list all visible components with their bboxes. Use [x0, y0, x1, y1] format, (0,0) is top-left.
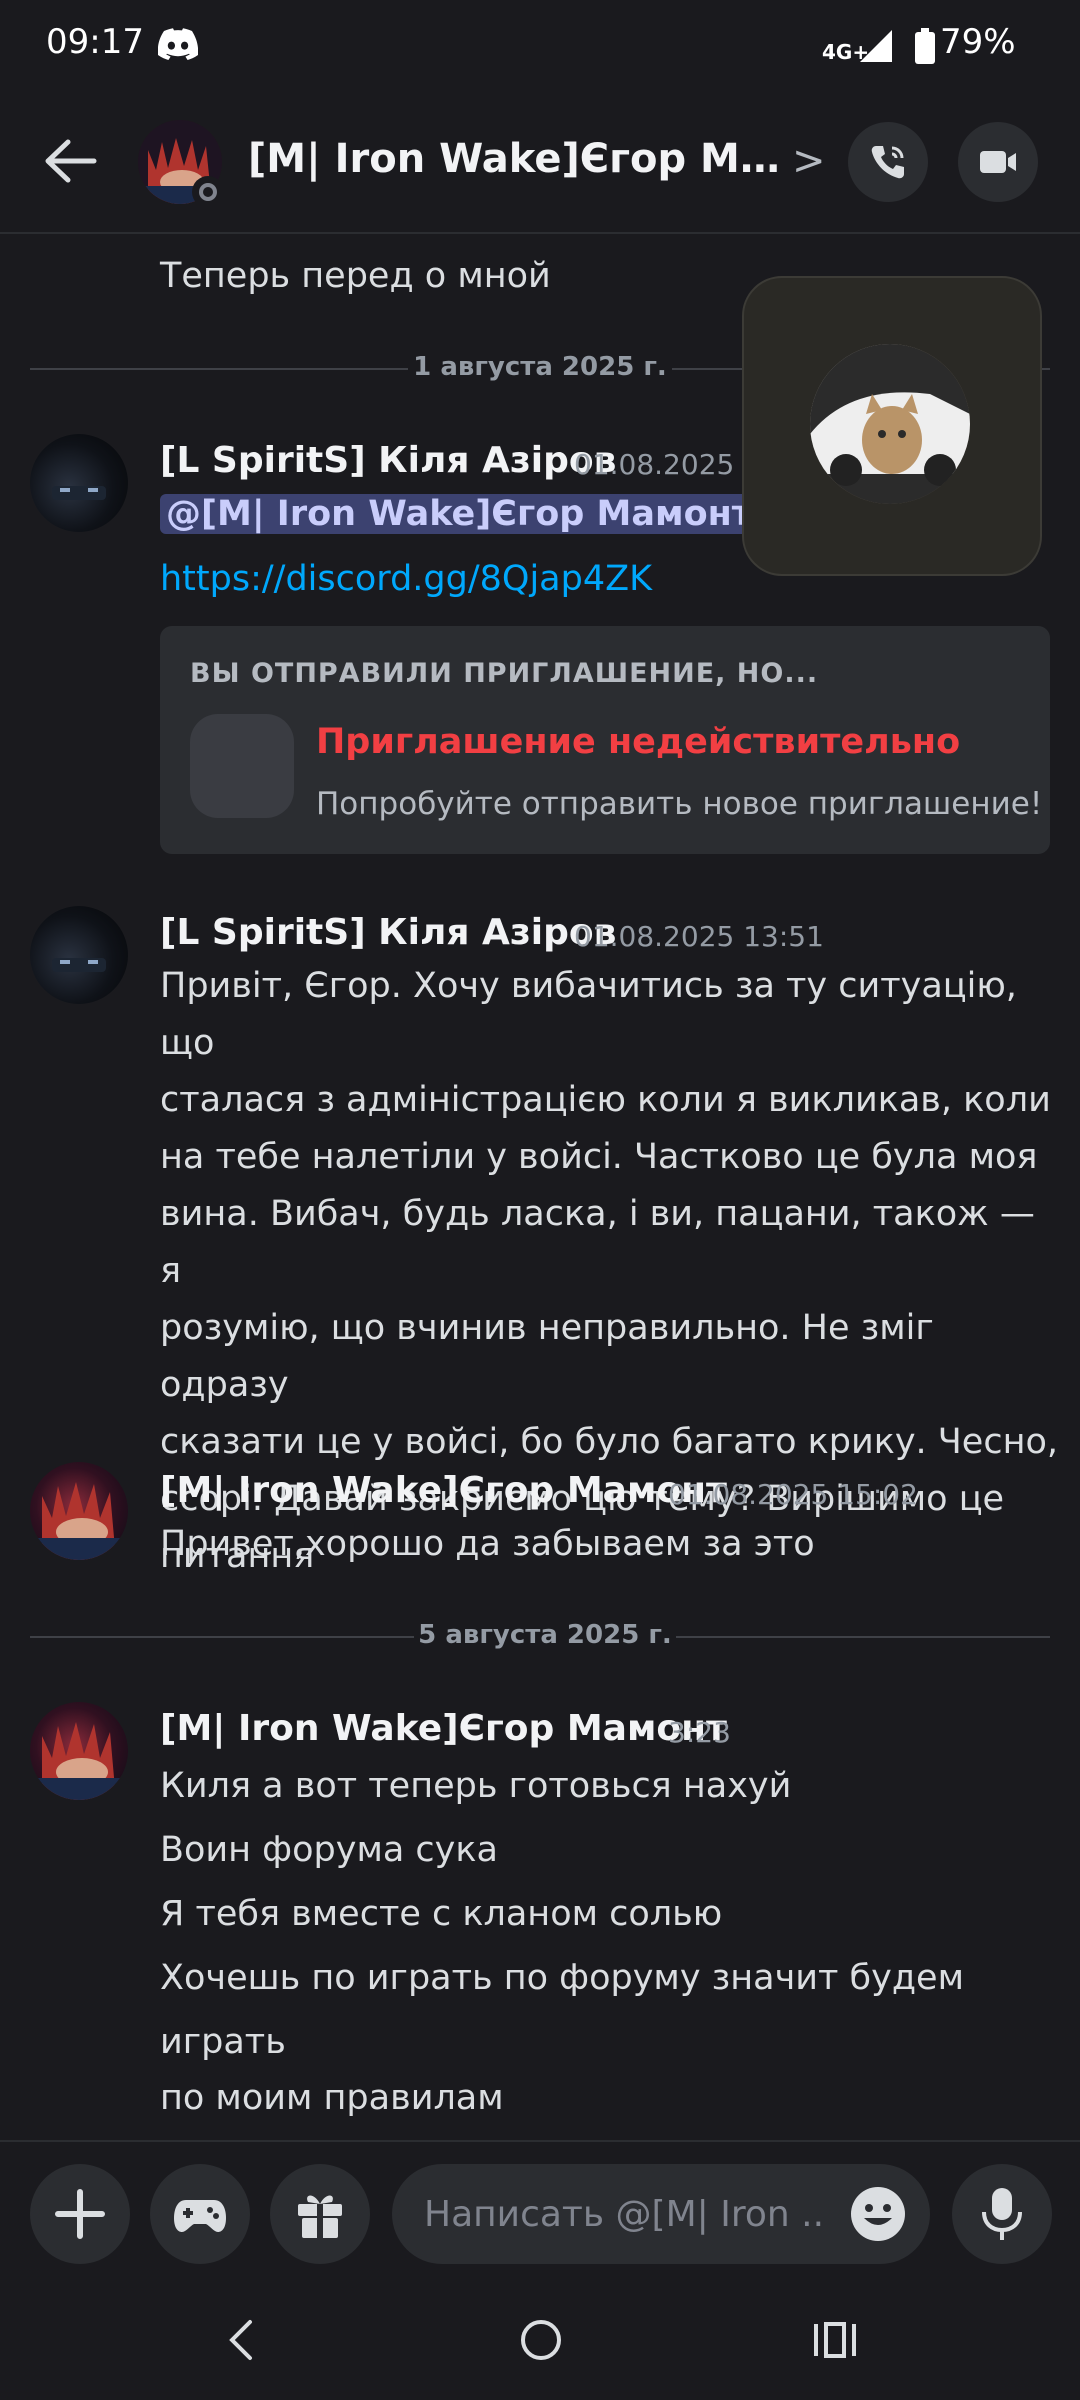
arrow-left-icon[interactable]	[40, 136, 100, 186]
date-divider-line	[30, 1636, 414, 1638]
activities-button[interactable]	[150, 2164, 250, 2264]
date-divider-line	[30, 368, 408, 370]
user-avatar[interactable]	[30, 434, 128, 532]
add-attachment-button[interactable]	[30, 2164, 130, 2264]
phone-icon	[871, 146, 904, 179]
message-line: Я тебя вместе с кланом солью	[160, 1894, 723, 1934]
message-author[interactable]: [L SpiritS] Кіля Азіров	[160, 912, 616, 953]
message-timestamp: 01.08.2025 13:51	[574, 920, 824, 953]
discord-icon	[158, 28, 198, 60]
emoji-icon[interactable]	[850, 2186, 906, 2242]
message-timestamp: 3:23	[668, 1716, 731, 1749]
message-composer	[0, 2140, 1080, 2282]
video-call-button[interactable]	[958, 122, 1038, 202]
user-mention[interactable]: @[M| Iron Wake]Єгор Мамонт	[160, 494, 759, 534]
gift-icon	[298, 2195, 342, 2238]
invite-card: ВЫ ОТПРАВИЛИ ПРИГЛАШЕНИЕ, НО... Приглаше…	[160, 626, 1050, 854]
message-body: Киля а вот теперь готовься нахуй Воин фо…	[160, 1754, 1060, 2130]
status-indicator	[192, 176, 224, 208]
status-bar: 09:17 4G+ 79%	[0, 0, 1080, 92]
chevron-right-icon[interactable]: >	[792, 138, 826, 184]
message-input-wrapper	[392, 2164, 930, 2264]
message-line: сталася з адміністрацією коли я викликав…	[160, 1080, 1051, 1120]
message-line: сказати це у войсі, бо було багато крику…	[160, 1422, 1059, 1462]
message-body: @[M| Iron Wake]Єгор Мамонт го	[160, 486, 809, 543]
message-author[interactable]: [L SpiritS] Кіля Азіров	[160, 440, 616, 481]
user-avatar[interactable]	[30, 1462, 128, 1560]
message-author[interactable]: [M| Iron Wake]Єгор Мамонт	[160, 1708, 727, 1749]
signal-icon	[860, 30, 892, 62]
gamepad-icon	[174, 2200, 226, 2232]
system-navigation-bar	[0, 2280, 1080, 2400]
message-text: Привет,хорошо да забываем за это	[160, 1524, 815, 1564]
invite-header: ВЫ ОТПРАВИЛИ ПРИГЛАШЕНИЕ, НО...	[190, 658, 819, 689]
nav-home-icon[interactable]	[520, 2318, 562, 2362]
message-line: вина. Вибач, будь ласка, і ви, пацани, т…	[160, 1194, 1035, 1291]
message-author[interactable]: [M| Iron Wake]Єгор Мамонт	[160, 1470, 727, 1511]
message-line: Киля а вот теперь готовься нахуй	[160, 1766, 792, 1806]
voice-message-button[interactable]	[952, 2164, 1052, 2264]
invite-server-icon	[190, 714, 294, 818]
message-line: Хочешь по играть по форуму значит будем …	[160, 1958, 964, 2062]
battery-percent: 79%	[940, 22, 1016, 62]
plus-icon	[55, 2189, 105, 2239]
invite-link[interactable]: https://discord.gg/8Qjap4ZK	[160, 551, 652, 608]
video-camera-icon	[980, 151, 1016, 173]
date-divider-line	[676, 1636, 1050, 1638]
status-time: 09:17	[46, 22, 144, 62]
battery-icon	[915, 28, 935, 64]
call-avatar	[810, 344, 970, 504]
nav-recents-icon[interactable]	[812, 2318, 858, 2362]
message-input[interactable]	[422, 2188, 826, 2240]
invite-subtitle: Попробуйте отправить новое приглашение!	[316, 786, 1043, 822]
message-line: на тебе налетіли у войсі. Частково це бу…	[160, 1137, 1038, 1177]
user-avatar[interactable]	[30, 1702, 128, 1800]
gift-button[interactable]	[270, 2164, 370, 2264]
picture-in-picture-call[interactable]	[742, 276, 1042, 576]
microphone-icon	[982, 2188, 1022, 2240]
date-divider-label: 1 августа 2025 г.	[413, 352, 667, 382]
message-timestamp: 01.08.2025 15:02	[668, 1478, 918, 1511]
date-divider-label: 5 августа 2025 г.	[418, 1620, 672, 1650]
nav-back-icon[interactable]	[226, 2318, 256, 2362]
message-line: Воин форума сука	[160, 1830, 498, 1870]
header-title[interactable]: [M| Iron Wake]Єгор Мамонт	[248, 136, 788, 182]
user-avatar[interactable]	[30, 906, 128, 1004]
message-line: по моим правилам	[160, 2078, 504, 2118]
channel-header: [M| Iron Wake]Єгор Мамонт >	[0, 92, 1080, 234]
voice-call-button[interactable]	[848, 122, 928, 202]
message-line: Привіт, Єгор. Хочу вибачитись за ту ситу…	[160, 966, 1017, 1063]
invite-title: Приглашение недействительно	[316, 722, 961, 762]
message-line: розумію, що вчинив неправильно. Не зміг …	[160, 1308, 934, 1405]
